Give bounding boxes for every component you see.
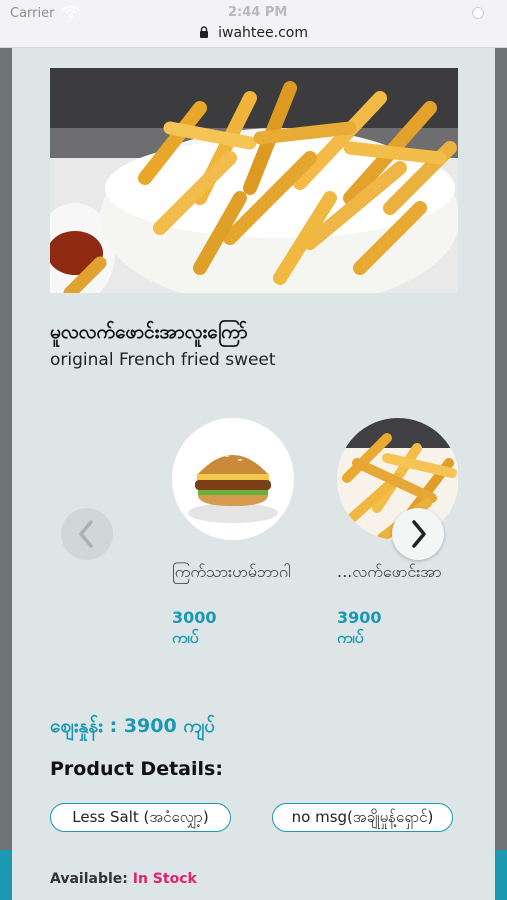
related-product-price: 3000 ကျပ် <box>172 608 217 643</box>
right-gutter <box>495 48 507 900</box>
related-product-card[interactable]: ...လက်ဖောင်းအာ 3900 ကျပ် <box>215 413 458 643</box>
address-bar[interactable]: iwahtee.com <box>0 22 507 44</box>
product-sheet: မူလလက်ဖောင်းအာလူးကြော် original French f… <box>12 48 495 900</box>
option-less-salt[interactable]: Less Salt (အငံလျှော့) <box>50 803 231 832</box>
product-hero-image <box>50 68 458 293</box>
availability-label: Available: <box>50 871 133 887</box>
left-gutter <box>0 48 12 900</box>
product-details-heading: Product Details: <box>50 758 223 780</box>
product-price: ဈေးနှုန်း : 3900 ကျပ် <box>50 715 216 737</box>
option-no-msg[interactable]: no msg(အချိုမှုန့်ရှောင်) <box>272 803 453 832</box>
availability: Available: In Stock <box>50 871 197 887</box>
related-product-price: 3900 ကျပ် <box>337 608 382 643</box>
right-bottom-edge <box>495 850 507 900</box>
url-text: iwahtee.com <box>218 25 308 41</box>
carousel-prev-button[interactable] <box>61 508 113 560</box>
left-bottom-edge <box>0 850 12 900</box>
product-name-english: original French fried sweet <box>50 350 276 370</box>
stock-status: In Stock <box>132 871 197 887</box>
carrier-label: Carrier <box>10 6 55 21</box>
status-time: 2:44 PM <box>228 5 288 20</box>
related-product-name: ...လက်ဖောင်းအာ <box>337 562 442 581</box>
wifi-icon <box>62 5 80 18</box>
battery-icon <box>472 7 484 19</box>
chevron-left-icon <box>79 520 93 548</box>
carousel-next-button[interactable] <box>392 508 444 560</box>
chevron-right-icon <box>412 520 426 548</box>
lock-icon <box>200 26 209 38</box>
product-name-myanmar: မူလလက်ဖောင်းအာလူးကြော် <box>50 321 248 343</box>
status-bar: Carrier 2:44 PM iwahtee.com <box>0 0 507 48</box>
